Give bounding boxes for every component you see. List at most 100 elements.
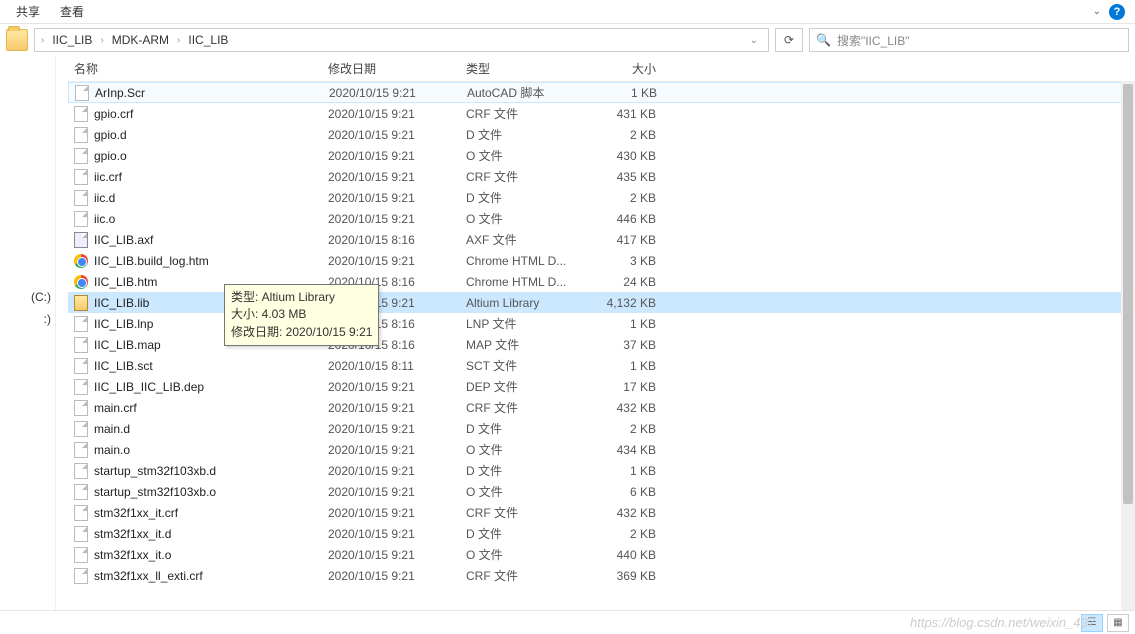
file-icon [74, 295, 88, 311]
file-tooltip: 类型: Altium Library 大小: 4.03 MB 修改日期: 202… [224, 284, 379, 346]
file-row[interactable]: main.o2020/10/15 9:21O 文件434 KB [68, 439, 1135, 460]
file-name: IIC_LIB.build_log.htm [94, 254, 209, 268]
file-date: 2020/10/15 9:21 [328, 401, 466, 415]
file-type: D 文件 [466, 126, 586, 143]
file-row[interactable]: gpio.o2020/10/15 9:21O 文件430 KB [68, 145, 1135, 166]
file-date: 2020/10/15 9:21 [328, 527, 466, 541]
file-date: 2020/10/15 8:11 [328, 359, 466, 373]
file-name: iic.crf [94, 170, 122, 184]
file-icon [74, 379, 88, 395]
file-size: 37 KB [586, 338, 666, 352]
file-row[interactable]: ArInp.Scr2020/10/15 9:21AutoCAD 脚本1 KB [68, 82, 1135, 103]
file-row[interactable]: iic.o2020/10/15 9:21O 文件446 KB [68, 208, 1135, 229]
nav-drive-other[interactable]: :) [0, 308, 55, 330]
file-name: ArInp.Scr [95, 86, 145, 100]
header-type[interactable]: 类型 [466, 60, 586, 77]
folder-icon [6, 29, 28, 51]
file-icon [74, 275, 88, 289]
file-name: iic.o [94, 212, 115, 226]
file-size: 417 KB [586, 233, 666, 247]
file-row[interactable]: startup_stm32f103xb.d2020/10/15 9:21D 文件… [68, 460, 1135, 481]
file-row[interactable]: gpio.crf2020/10/15 9:21CRF 文件431 KB [68, 103, 1135, 124]
file-size: 24 KB [586, 275, 666, 289]
file-row[interactable]: stm32f1xx_it.o2020/10/15 9:21O 文件440 KB [68, 544, 1135, 565]
view-large-icons-button[interactable]: ▦ [1107, 614, 1129, 632]
file-size: 432 KB [586, 401, 666, 415]
file-name: stm32f1xx_it.d [94, 527, 171, 541]
header-size[interactable]: 大小 [586, 60, 666, 77]
file-type: DEP 文件 [466, 378, 586, 395]
file-type: SCT 文件 [466, 357, 586, 374]
file-date: 2020/10/15 9:21 [328, 170, 466, 184]
file-type: D 文件 [466, 462, 586, 479]
file-row[interactable]: IIC_LIB_IIC_LIB.dep2020/10/15 9:21DEP 文件… [68, 376, 1135, 397]
file-name: IIC_LIB.axf [94, 233, 153, 247]
file-type: O 文件 [466, 483, 586, 500]
nav-drive-c[interactable]: (C:) [0, 286, 55, 308]
file-date: 2020/10/15 9:21 [328, 422, 466, 436]
file-icon [74, 484, 88, 500]
file-date: 2020/10/15 9:21 [328, 506, 466, 520]
nav-tree[interactable]: (C:) :) [0, 56, 56, 610]
file-row[interactable]: iic.crf2020/10/15 9:21CRF 文件435 KB [68, 166, 1135, 187]
file-date: 2020/10/15 9:21 [328, 548, 466, 562]
file-icon [74, 169, 88, 185]
top-menu-bar: 共享 查看 ⌄ ? [0, 0, 1135, 24]
file-icon [74, 421, 88, 437]
menu-view[interactable]: 查看 [50, 3, 94, 20]
scroll-thumb[interactable] [1123, 84, 1133, 504]
file-name: startup_stm32f103xb.o [94, 485, 216, 499]
file-date: 2020/10/15 9:21 [329, 86, 467, 100]
file-type: MAP 文件 [466, 336, 586, 353]
ribbon-expand-icon[interactable]: ⌄ [1085, 6, 1109, 17]
file-icon [74, 106, 88, 122]
file-icon [75, 85, 89, 101]
file-row[interactable]: stm32f1xx_it.crf2020/10/15 9:21CRF 文件432… [68, 502, 1135, 523]
file-name: IIC_LIB.htm [94, 275, 157, 289]
breadcrumb-part[interactable]: IIC_LIB [48, 33, 96, 47]
breadcrumb-part[interactable]: IIC_LIB [184, 33, 232, 47]
file-row[interactable]: IIC_LIB.sct2020/10/15 8:11SCT 文件1 KB [68, 355, 1135, 376]
header-date[interactable]: 修改日期 [328, 60, 466, 77]
header-name[interactable]: 名称 [68, 60, 328, 77]
view-details-button[interactable]: ☰ [1081, 614, 1103, 632]
file-size: 440 KB [586, 548, 666, 562]
file-type: D 文件 [466, 420, 586, 437]
file-row[interactable]: gpio.d2020/10/15 9:21D 文件2 KB [68, 124, 1135, 145]
help-icon[interactable]: ? [1109, 4, 1125, 20]
refresh-button[interactable]: ⟳ [775, 28, 803, 52]
file-row[interactable]: stm32f1xx_it.d2020/10/15 9:21D 文件2 KB [68, 523, 1135, 544]
address-row: › IIC_LIB › MDK-ARM › IIC_LIB ⌄ ⟳ 🔍 搜索"I… [0, 24, 1135, 56]
file-size: 434 KB [586, 443, 666, 457]
file-name: gpio.o [94, 149, 127, 163]
file-date: 2020/10/15 9:21 [328, 443, 466, 457]
menu-share[interactable]: 共享 [6, 3, 50, 20]
file-icon [74, 505, 88, 521]
chevron-right-icon: › [39, 35, 46, 46]
file-date: 2020/10/15 9:21 [328, 107, 466, 121]
vertical-scrollbar[interactable] [1121, 82, 1135, 610]
file-icon [74, 211, 88, 227]
file-icon [74, 190, 88, 206]
file-row[interactable]: IIC_LIB.axf2020/10/15 8:16AXF 文件417 KB [68, 229, 1135, 250]
tooltip-date: 修改日期: 2020/10/15 9:21 [231, 324, 372, 341]
file-list-pane: 名称 修改日期 类型 大小 ArInp.Scr2020/10/15 9:21Au… [56, 56, 1135, 610]
file-type: O 文件 [466, 147, 586, 164]
breadcrumb-part[interactable]: MDK-ARM [108, 33, 173, 47]
file-size: 431 KB [586, 107, 666, 121]
file-row[interactable]: main.crf2020/10/15 9:21CRF 文件432 KB [68, 397, 1135, 418]
file-name: stm32f1xx_it.crf [94, 506, 178, 520]
search-input[interactable]: 🔍 搜索"IIC_LIB" [809, 28, 1129, 52]
file-date: 2020/10/15 9:21 [328, 149, 466, 163]
file-row[interactable]: stm32f1xx_ll_exti.crf2020/10/15 9:21CRF … [68, 565, 1135, 586]
file-size: 432 KB [586, 506, 666, 520]
file-type: O 文件 [466, 546, 586, 563]
file-row[interactable]: IIC_LIB.build_log.htm2020/10/15 9:21Chro… [68, 250, 1135, 271]
file-name: main.d [94, 422, 130, 436]
breadcrumb[interactable]: › IIC_LIB › MDK-ARM › IIC_LIB ⌄ [34, 28, 769, 52]
file-row[interactable]: startup_stm32f103xb.o2020/10/15 9:21O 文件… [68, 481, 1135, 502]
file-row[interactable]: main.d2020/10/15 9:21D 文件2 KB [68, 418, 1135, 439]
file-type: D 文件 [466, 525, 586, 542]
breadcrumb-dropdown-icon[interactable]: ⌄ [744, 35, 764, 46]
file-row[interactable]: iic.d2020/10/15 9:21D 文件2 KB [68, 187, 1135, 208]
